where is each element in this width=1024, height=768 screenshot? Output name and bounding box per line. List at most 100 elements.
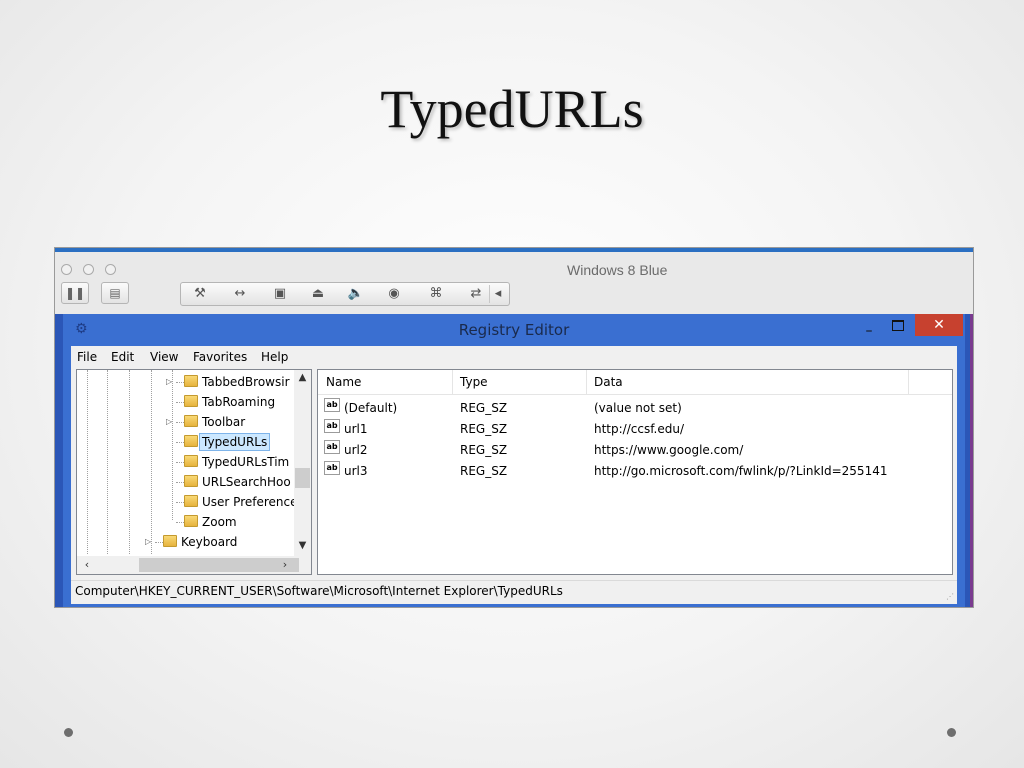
value-data: http://go.microsoft.com/fwlink/p/?LinkId… xyxy=(594,464,888,478)
camera-icon[interactable]: ◉ xyxy=(383,285,405,303)
value-type: REG_SZ xyxy=(460,464,508,478)
scroll-thumb[interactable] xyxy=(139,558,299,572)
menu-edit[interactable]: Edit xyxy=(111,350,134,364)
resize-arrows-icon[interactable]: ↔ xyxy=(229,285,251,303)
list-header: Name Type Data xyxy=(318,370,952,395)
column-header-name[interactable]: Name xyxy=(326,375,361,399)
values-list[interactable]: Name Type Data ab (Default) REG_SZ (valu… xyxy=(317,369,953,575)
tree-guide xyxy=(107,370,108,554)
value-type: REG_SZ xyxy=(460,443,508,457)
menu-file[interactable]: File xyxy=(77,350,97,364)
tree-node[interactable]: ▷ TabbedBrowsir xyxy=(166,372,306,392)
tree-vertical-scrollbar[interactable]: ▲ ▼ xyxy=(294,370,311,556)
value-row[interactable]: ab url1 REG_SZ http://ccsf.edu/ xyxy=(318,419,952,440)
vm-toolbar: ❚❚ ▤ ⚒ ↔ ▣ ⏏ 🔈 ◉ ⌘ ⇄ ◂ xyxy=(55,282,973,310)
registry-tree[interactable]: ▷ TabbedBrowsir TabRoaming ▷ Toolbar Typ… xyxy=(76,369,312,575)
regedit-title: Registry Editor xyxy=(458,321,570,339)
folder-icon xyxy=(184,375,198,387)
zoom-traffic-light[interactable] xyxy=(105,264,116,275)
folder-icon xyxy=(184,515,198,527)
collapse-arrow-icon[interactable]: ◂ xyxy=(489,285,506,303)
column-header-data[interactable]: Data xyxy=(594,375,623,399)
expand-arrow-icon[interactable]: ▷ xyxy=(145,532,155,552)
tree-node[interactable]: User Preference xyxy=(166,492,306,512)
close-traffic-light[interactable] xyxy=(61,264,72,275)
tree-node-label: Zoom xyxy=(202,515,237,529)
tree-node-label: TypedURLs xyxy=(199,433,271,451)
minimize-traffic-light[interactable] xyxy=(83,264,94,275)
value-type: REG_SZ xyxy=(460,401,508,415)
tree-guide xyxy=(151,370,152,554)
vm-window: Windows 8 Blue ❚❚ ▤ ⚒ ↔ ▣ ⏏ 🔈 ◉ ⌘ ⇄ ◂ ⚙ … xyxy=(54,247,974,608)
volume-icon[interactable]: 🔈 xyxy=(345,285,367,303)
tree-node-label: Toolbar xyxy=(202,415,246,429)
tree-horizontal-scrollbar[interactable]: ‹ › xyxy=(77,556,311,574)
scroll-up-icon[interactable]: ▲ xyxy=(294,372,311,383)
tree-node[interactable]: TabRoaming xyxy=(166,392,306,412)
guest-desktop: ⚙ Registry Editor – ✕ File Edit View Fav… xyxy=(55,314,973,607)
value-row[interactable]: ab (Default) REG_SZ (value not set) xyxy=(318,398,952,419)
cd-drive-icon[interactable]: ⏏ xyxy=(307,285,329,303)
scroll-down-icon[interactable]: ▼ xyxy=(294,540,311,551)
menu-help[interactable]: Help xyxy=(261,350,288,364)
tree-node-label: Keyboard xyxy=(181,535,238,549)
folder-icon xyxy=(184,395,198,407)
scroll-right-icon[interactable]: › xyxy=(277,556,293,574)
vm-titlebar: Windows 8 Blue xyxy=(55,254,973,282)
regedit-client: File Edit View Favorites Help ▷ TabbedBr… xyxy=(71,346,957,604)
tree-node-label: URLSearchHoo xyxy=(202,475,291,489)
tree-node[interactable]: ▷ Toolbar xyxy=(166,412,306,432)
vm-top-strip xyxy=(55,248,973,252)
string-value-icon: ab xyxy=(324,461,340,475)
tree-node-label: TypedURLsTim xyxy=(202,455,290,469)
slide-bullet-dot xyxy=(64,728,73,737)
column-header-type[interactable]: Type xyxy=(460,375,488,399)
expand-arrow-icon[interactable]: ▷ xyxy=(166,372,176,392)
status-bar: Computer\HKEY_CURRENT_USER\Software\Micr… xyxy=(71,580,957,603)
tree-node[interactable]: ▷ Keyboard xyxy=(145,532,305,552)
value-type: REG_SZ xyxy=(460,422,508,436)
scroll-left-icon[interactable]: ‹ xyxy=(79,556,95,574)
network-icon[interactable]: ⇄ xyxy=(465,285,487,303)
disk-icon[interactable]: ▣ xyxy=(269,285,291,303)
value-data: https://www.google.com/ xyxy=(594,443,744,457)
device-toolbar: ⚒ ↔ ▣ ⏏ 🔈 ◉ ⌘ ⇄ ◂ xyxy=(180,282,510,306)
tree-node[interactable]: Zoom xyxy=(166,512,306,532)
value-data: (value not set) xyxy=(594,401,682,415)
value-row[interactable]: ab url2 REG_SZ https://www.google.com/ xyxy=(318,440,952,461)
settings-wrench-icon[interactable]: ⚒ xyxy=(189,285,211,303)
scroll-thumb[interactable] xyxy=(295,468,310,488)
folder-icon xyxy=(184,415,198,427)
close-button[interactable]: ✕ xyxy=(915,314,963,336)
tree-node-label: User Preference xyxy=(202,495,298,509)
pause-icon[interactable]: ❚❚ xyxy=(61,282,89,304)
value-name: url3 xyxy=(344,464,368,478)
expand-arrow-icon[interactable]: ▷ xyxy=(166,412,176,432)
regedit-titlebar: ⚙ Registry Editor – ✕ xyxy=(63,314,965,346)
minimize-button[interactable]: – xyxy=(861,324,877,338)
slide-title: TypedURLs xyxy=(380,79,644,139)
folder-icon xyxy=(163,535,177,547)
tree-node-label: TabbedBrowsir xyxy=(202,375,290,389)
menu-favorites[interactable]: Favorites xyxy=(193,350,247,364)
value-name: url1 xyxy=(344,422,368,436)
value-data: http://ccsf.edu/ xyxy=(594,422,685,436)
value-row[interactable]: ab url3 REG_SZ http://go.microsoft.com/f… xyxy=(318,461,952,482)
desktop-edge xyxy=(970,314,973,607)
value-name: (Default) xyxy=(344,401,398,415)
string-value-icon: ab xyxy=(324,440,340,454)
string-value-icon: ab xyxy=(324,398,340,412)
value-name: url2 xyxy=(344,443,368,457)
menu-view[interactable]: View xyxy=(150,350,178,364)
tree-guide xyxy=(129,370,130,554)
snapshot-icon[interactable]: ▤ xyxy=(101,282,129,304)
folder-icon xyxy=(184,475,198,487)
vm-window-title: Windows 8 Blue xyxy=(567,262,668,278)
usb-icon[interactable]: ⌘ xyxy=(425,285,447,303)
folder-icon xyxy=(184,455,198,467)
tree-node[interactable]: TypedURLsTim xyxy=(166,452,306,472)
maximize-button[interactable] xyxy=(892,320,904,331)
tree-node-selected[interactable]: TypedURLs xyxy=(166,432,306,452)
tree-node[interactable]: URLSearchHoo xyxy=(166,472,306,492)
resize-grip-icon[interactable]: ⋰ xyxy=(946,592,954,601)
